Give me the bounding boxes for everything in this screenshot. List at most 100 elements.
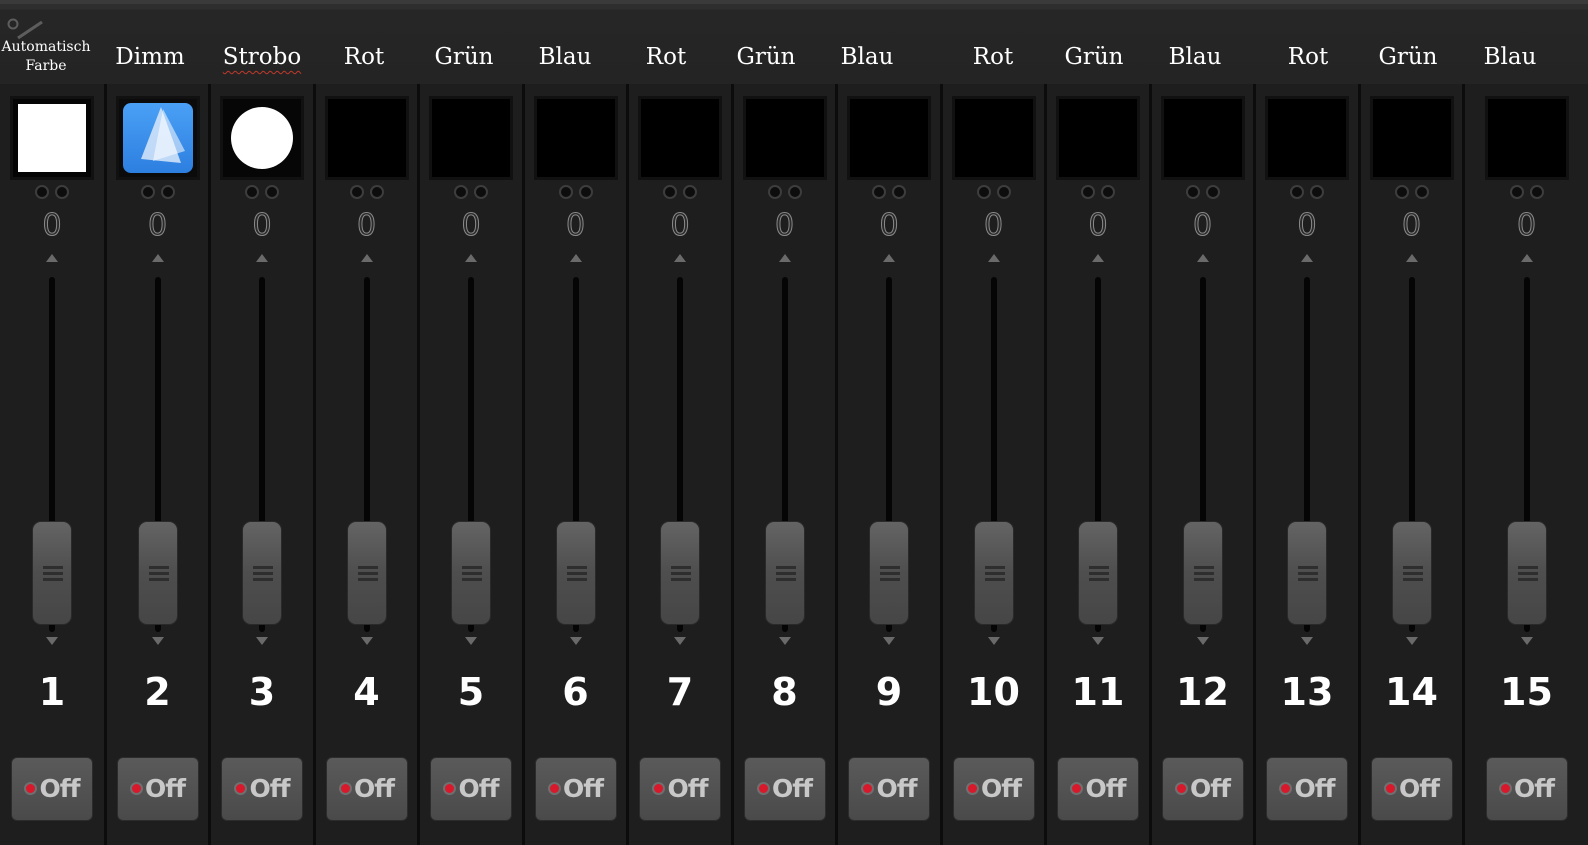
auto-color-label[interactable]: Automatisch Farbe [0, 38, 92, 74]
channel-preview[interactable] [10, 96, 94, 180]
decrement-arrow-icon[interactable] [1196, 637, 1209, 645]
channel-preview[interactable] [429, 96, 513, 180]
fader-knob[interactable] [973, 521, 1014, 625]
decrement-arrow-icon[interactable] [569, 637, 582, 645]
led-icon [547, 781, 561, 795]
fader-knob[interactable] [555, 521, 596, 625]
channel-preview[interactable] [533, 96, 618, 180]
channel-preview[interactable] [742, 96, 827, 180]
increment-arrow-icon[interactable] [1092, 254, 1104, 262]
channel-preview[interactable] [847, 96, 931, 180]
increment-arrow-icon[interactable] [883, 254, 895, 262]
increment-arrow-icon[interactable] [987, 254, 1000, 262]
channel-off-button[interactable]: Off [1266, 757, 1348, 821]
indicator-dot [1509, 185, 1524, 199]
channel-off-button[interactable]: Off [1370, 757, 1453, 821]
channel-preview[interactable] [1056, 96, 1140, 180]
fader-knob[interactable] [242, 521, 282, 625]
channel-preview[interactable] [638, 96, 722, 180]
fader-knob[interactable] [346, 521, 387, 625]
channel-off-button[interactable]: Off [1161, 757, 1244, 821]
channel-number: 3 [248, 670, 276, 714]
decrement-arrow-icon[interactable] [1520, 637, 1533, 645]
channel-preview[interactable] [951, 96, 1036, 180]
increment-arrow-icon[interactable] [1196, 254, 1209, 262]
channel-off-button[interactable]: Off [848, 757, 930, 821]
channel-off-button[interactable]: Off [325, 757, 408, 821]
channel-preview[interactable] [324, 96, 409, 180]
fader-knob[interactable] [1182, 521, 1223, 625]
fader-knob[interactable] [1078, 521, 1118, 625]
indicator-dot [976, 185, 991, 199]
increment-arrow-icon[interactable] [569, 254, 582, 262]
indicator-dot [872, 185, 886, 199]
led-icon [1174, 781, 1188, 795]
channel-off-button[interactable]: Off [11, 757, 93, 821]
decrement-arrow-icon[interactable] [256, 637, 268, 645]
fader-knob[interactable] [660, 521, 700, 625]
channel-preview[interactable] [115, 96, 200, 180]
led-icon [1070, 781, 1084, 795]
indicator-dot [1185, 185, 1200, 199]
channel-off-button[interactable]: Off [1485, 757, 1568, 821]
channel-value: 0 [1192, 208, 1213, 244]
channel-strip-12: 0 12 Off [1149, 84, 1253, 845]
channel-strip-7: 0 7 Off [626, 84, 731, 845]
channel-off-button[interactable]: Off [952, 757, 1035, 821]
fader-knob[interactable] [1506, 521, 1547, 625]
off-label: Off [353, 774, 395, 803]
fader-knob[interactable] [1287, 521, 1327, 625]
increment-arrow-icon[interactable] [151, 254, 164, 262]
channel-number: 1 [38, 670, 66, 714]
fader-knob[interactable] [32, 521, 72, 625]
channel-preview[interactable] [1160, 96, 1245, 180]
led-icon [24, 781, 38, 795]
channel-off-button[interactable]: Off [639, 757, 721, 821]
increment-arrow-icon[interactable] [46, 254, 58, 262]
led-icon [652, 781, 666, 795]
channel-number: 7 [666, 670, 694, 714]
decrement-arrow-icon[interactable] [151, 637, 164, 645]
indicator-dot [454, 185, 468, 199]
channel-indicators [242, 185, 282, 201]
channel-off-button[interactable]: Off [221, 757, 303, 821]
channel-preview[interactable] [1484, 96, 1569, 180]
decrement-arrow-icon[interactable] [883, 637, 895, 645]
channel-label-9: Blau [840, 44, 894, 70]
fader-knob[interactable] [451, 521, 491, 625]
increment-arrow-icon[interactable] [1301, 254, 1313, 262]
channel-preview[interactable] [220, 96, 304, 180]
decrement-arrow-icon[interactable] [674, 637, 686, 645]
decrement-arrow-icon[interactable] [778, 637, 791, 645]
channel-value: 0 [565, 208, 586, 244]
channel-off-button[interactable]: Off [116, 757, 199, 821]
channel-label-15: Blau [1483, 44, 1537, 70]
channel-preview[interactable] [1369, 96, 1454, 180]
decrement-arrow-icon[interactable] [987, 637, 1000, 645]
decrement-arrow-icon[interactable] [1301, 637, 1313, 645]
increment-arrow-icon[interactable] [256, 254, 268, 262]
increment-arrow-icon[interactable] [1405, 254, 1418, 262]
fader-knob[interactable] [137, 521, 178, 625]
decrement-arrow-icon[interactable] [465, 637, 477, 645]
increment-arrow-icon[interactable] [1520, 254, 1533, 262]
fader-knob[interactable] [764, 521, 805, 625]
channel-preview[interactable] [1265, 96, 1349, 180]
channel-off-button[interactable]: Off [743, 757, 826, 821]
increment-arrow-icon[interactable] [360, 254, 373, 262]
channel-off-button[interactable]: Off [534, 757, 617, 821]
channel-off-button[interactable]: Off [430, 757, 512, 821]
increment-arrow-icon[interactable] [465, 254, 477, 262]
channel-value: 0 [1088, 208, 1108, 244]
channel-off-button[interactable]: Off [1057, 757, 1139, 821]
increment-arrow-icon[interactable] [778, 254, 791, 262]
increment-arrow-icon[interactable] [674, 254, 686, 262]
fader-knob[interactable] [1391, 521, 1432, 625]
decrement-arrow-icon[interactable] [46, 637, 58, 645]
decrement-arrow-icon[interactable] [360, 637, 373, 645]
decrement-arrow-icon[interactable] [1092, 637, 1104, 645]
decrement-arrow-icon[interactable] [1405, 637, 1418, 645]
fader-knob[interactable] [869, 521, 909, 625]
indicator-dot [349, 185, 364, 199]
auto-color-label-line1: Automatisch [1, 39, 91, 55]
